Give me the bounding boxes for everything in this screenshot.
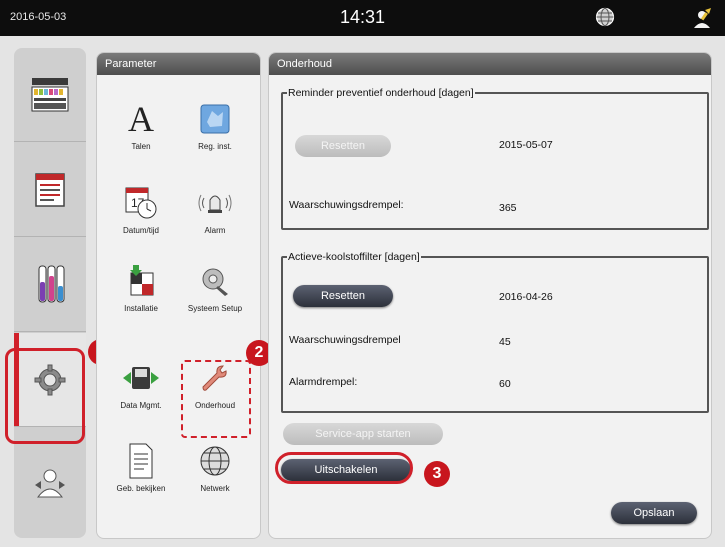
event-log-icon <box>129 443 153 479</box>
param-item-installation[interactable]: Installatie <box>103 261 179 314</box>
nav-item-status[interactable] <box>14 48 86 142</box>
param-item-data-management[interactable]: Data Mgmt. <box>103 358 179 411</box>
preventive-threshold-label: Waarschuwingsdrempel: <box>289 199 404 211</box>
maintenance-panel-title: Onderhoud <box>269 53 711 75</box>
program-list-icon <box>35 172 65 207</box>
param-item-datetime[interactable]: 17 Datum/tijd <box>103 183 179 236</box>
carbon-filter-alarm-label: Alarmdrempel: <box>289 376 358 388</box>
status-overview-icon <box>31 77 69 111</box>
param-item-network[interactable]: Netwerk <box>177 441 253 494</box>
carbon-filter-threshold-value: 45 <box>499 336 511 348</box>
installation-icon <box>130 265 154 296</box>
calendar-clock-icon: 17 <box>125 187 157 219</box>
nav-item-program[interactable] <box>14 143 86 237</box>
carbon-filter-legend: Actieve-koolstoffilter [dagen] <box>288 251 420 263</box>
nav-item-reagents[interactable] <box>14 238 86 332</box>
system-setup-icon <box>202 268 228 296</box>
settings-highlight <box>5 348 85 444</box>
param-item-event-log[interactable]: Geb. bekijken <box>103 441 179 494</box>
nav-item-user[interactable] <box>14 428 86 538</box>
user-wrench-icon[interactable] <box>690 6 714 33</box>
main-navigation <box>14 48 86 538</box>
reset-preventive-button[interactable]: Resetten <box>295 135 391 157</box>
save-button[interactable]: Opslaan <box>611 502 697 524</box>
data-management-icon <box>123 367 159 389</box>
region-settings-icon <box>200 104 230 134</box>
parameter-panel: Parameter A Talen Reg. inst. 17 Datum/ti… <box>96 52 261 539</box>
preventive-threshold-value: 365 <box>499 202 517 214</box>
callout-3: 3 <box>424 461 450 487</box>
reset-carbon-filter-button[interactable]: Resetten <box>293 285 393 307</box>
user-switch-icon <box>35 469 65 498</box>
param-item-region[interactable]: Reg. inst. <box>177 99 253 152</box>
language-icon: A <box>128 99 154 139</box>
parameter-panel-title: Parameter <box>97 53 260 75</box>
carbon-filter-alarm-value: 60 <box>499 378 511 390</box>
param-item-alarm[interactable]: Alarm <box>177 183 253 236</box>
param-item-languages[interactable]: A Talen <box>103 99 179 152</box>
shutdown-highlight <box>275 452 413 484</box>
network-globe-icon <box>200 446 230 476</box>
alarm-icon <box>198 194 232 213</box>
preventive-maintenance-legend: Reminder preventief onderhoud [dagen] <box>288 87 474 99</box>
status-bar: 2016-05-03 14:31 <box>0 0 725 36</box>
carbon-filter-threshold-label: Waarschuwingsdrempel <box>289 334 401 346</box>
globe-icon[interactable] <box>595 7 615 30</box>
param-item-system-setup[interactable]: Systeem Setup <box>177 261 253 314</box>
maintenance-highlight <box>181 360 251 438</box>
reagent-tubes-icon <box>38 265 65 302</box>
carbon-filter-group: Actieve-koolstoffilter [dagen] <box>281 251 709 413</box>
carbon-filter-reset-date: 2016-04-26 <box>499 291 553 303</box>
preventive-reset-date: 2015-05-07 <box>499 139 553 151</box>
start-service-app-button[interactable]: Service-app starten <box>283 423 443 445</box>
status-time: 14:31 <box>339 7 386 27</box>
